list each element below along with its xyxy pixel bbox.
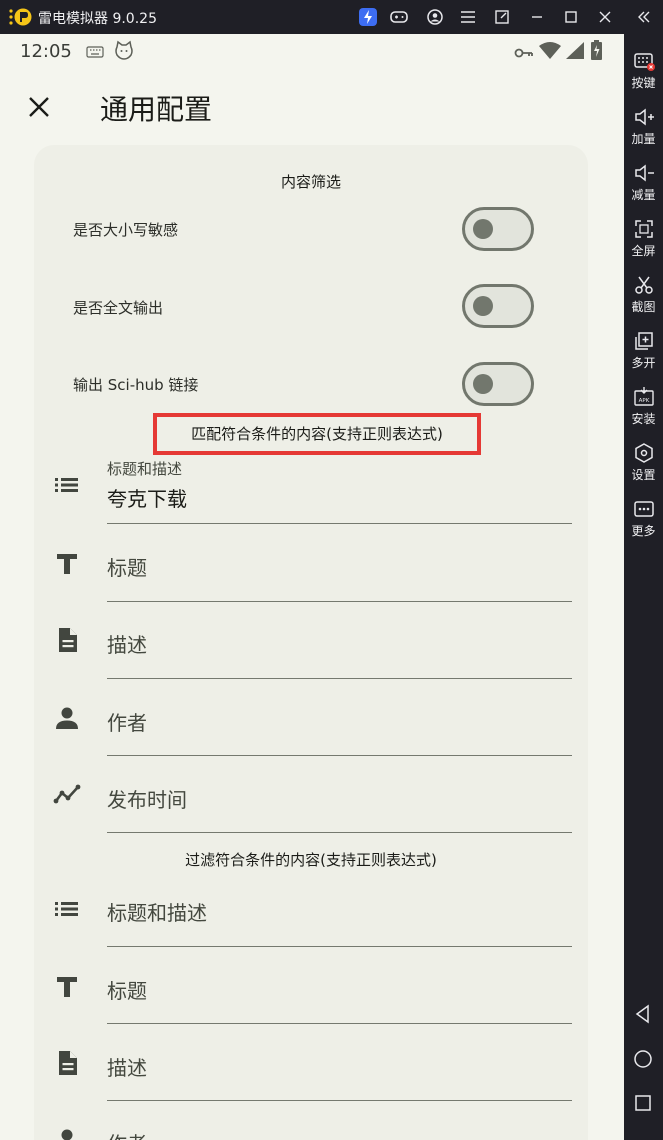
sidebar-label: 安装 bbox=[631, 412, 656, 426]
text-icon bbox=[57, 554, 77, 574]
back-icon[interactable] bbox=[632, 1003, 654, 1025]
menu-icon[interactable] bbox=[458, 7, 478, 27]
input-underline bbox=[107, 523, 572, 524]
sidebar-label: 截图 bbox=[631, 300, 656, 314]
cat-status-icon bbox=[115, 40, 133, 60]
scissors-icon bbox=[634, 276, 653, 294]
page-title: 通用配置 bbox=[100, 93, 213, 126]
sidebar-item-screenshot[interactable]: 截图 bbox=[624, 270, 663, 320]
match-section-title: 匹配符合条件的内容(支持正则表达式) bbox=[191, 425, 443, 443]
filter-author-input[interactable]: 作者 bbox=[107, 1128, 147, 1140]
scihub-label: 输出 Sci-hub 链接 bbox=[73, 376, 199, 394]
case-sensitive-label: 是否大小写敏感 bbox=[73, 221, 179, 239]
multi-instance-icon bbox=[634, 332, 653, 350]
status-time: 12:05 bbox=[20, 41, 72, 62]
svg-text:APK: APK bbox=[638, 398, 649, 404]
emulator-titlebar: 雷电模拟器 9.0.25 bbox=[0, 0, 663, 34]
filter-title-input[interactable]: 标题 bbox=[107, 975, 147, 1004]
full-text-toggle[interactable] bbox=[462, 284, 534, 328]
close-icon[interactable] bbox=[26, 94, 52, 120]
input-underline bbox=[107, 1023, 572, 1024]
maximize-icon[interactable] bbox=[561, 7, 581, 27]
input-underline bbox=[107, 601, 572, 602]
match-description-input[interactable]: 描述 bbox=[107, 629, 147, 658]
minimize-icon[interactable] bbox=[527, 7, 547, 27]
input-underline bbox=[107, 678, 572, 679]
sidebar-item-fullscreen[interactable]: 全屏 bbox=[624, 214, 663, 264]
emulator-sidebar: 按键 加量 减量 全屏 截图 多开 APK 安装 设置 更多 bbox=[624, 34, 663, 1140]
collapse-icon[interactable] bbox=[634, 7, 654, 27]
wifi-icon bbox=[539, 42, 561, 59]
settings-icon bbox=[634, 443, 653, 463]
filter-description-input[interactable]: 描述 bbox=[107, 1052, 147, 1081]
content-filter-title: 内容筛选 bbox=[280, 173, 341, 191]
sidebar-item-more[interactable]: 更多 bbox=[624, 494, 663, 544]
more-icon bbox=[633, 501, 654, 517]
person-icon bbox=[61, 1129, 73, 1140]
bolt-icon[interactable] bbox=[358, 7, 378, 27]
sidebar-item-keyboard[interactable]: 按键 bbox=[624, 46, 663, 96]
filter-section-title: 过滤符合条件的内容(支持正则表达式) bbox=[185, 851, 437, 869]
input-underline bbox=[107, 1100, 572, 1101]
sidebar-label: 设置 bbox=[631, 468, 656, 482]
match-publish-time-input[interactable]: 发布时间 bbox=[107, 784, 187, 813]
document-icon bbox=[59, 628, 77, 652]
apk-icon: APK bbox=[633, 387, 654, 406]
match-title-desc-input[interactable]: 夸克下载 bbox=[107, 483, 187, 512]
recents-icon[interactable] bbox=[632, 1092, 654, 1114]
gamepad-icon[interactable] bbox=[389, 7, 409, 27]
case-sensitive-toggle[interactable] bbox=[462, 207, 534, 251]
person-icon bbox=[56, 707, 78, 729]
text-icon bbox=[57, 977, 77, 997]
ldplayer-logo-icon bbox=[9, 8, 32, 26]
close-icon[interactable] bbox=[595, 7, 615, 27]
sidebar-label: 按键 bbox=[631, 76, 656, 90]
list-icon bbox=[55, 902, 78, 916]
list-icon bbox=[55, 478, 78, 492]
volume-up-icon bbox=[634, 108, 654, 126]
sidebar-label: 更多 bbox=[631, 524, 656, 538]
sidebar-label: 全屏 bbox=[631, 244, 656, 258]
match-author-input[interactable]: 作者 bbox=[107, 707, 147, 736]
battery-charging-icon bbox=[591, 40, 602, 60]
input-underline bbox=[107, 946, 572, 947]
input-underline bbox=[107, 832, 572, 833]
sidebar-label: 加量 bbox=[631, 132, 656, 146]
match-title-desc-label: 标题和描述 bbox=[107, 460, 183, 478]
toggle-knob bbox=[473, 374, 493, 394]
toggle-knob bbox=[473, 296, 493, 316]
sidebar-item-multi-instance[interactable]: 多开 bbox=[624, 326, 663, 376]
vpn-key-icon bbox=[514, 48, 533, 58]
keyboard-status-icon bbox=[86, 46, 104, 58]
sidebar-item-install[interactable]: APK 安装 bbox=[624, 382, 663, 432]
sidebar-item-settings[interactable]: 设置 bbox=[624, 438, 663, 488]
sidebar-item-volume-down[interactable]: 减量 bbox=[624, 158, 663, 208]
timeline-icon bbox=[53, 784, 81, 804]
input-underline bbox=[107, 755, 572, 756]
popout-icon[interactable] bbox=[492, 7, 512, 27]
sidebar-item-volume-up[interactable]: 加量 bbox=[624, 102, 663, 152]
filter-title-desc-input[interactable]: 标题和描述 bbox=[107, 897, 207, 926]
status-bar: 12:05 bbox=[0, 34, 624, 70]
full-text-label: 是否全文输出 bbox=[73, 299, 164, 317]
match-title-input[interactable]: 标题 bbox=[107, 552, 147, 581]
toggle-knob bbox=[473, 219, 493, 239]
fullscreen-icon bbox=[634, 220, 653, 238]
keyboard-icon bbox=[633, 53, 655, 71]
emulator-app-name: 雷电模拟器 9.0.25 bbox=[38, 11, 157, 27]
home-icon[interactable] bbox=[632, 1048, 654, 1070]
signal-icon bbox=[566, 42, 584, 59]
sidebar-label: 减量 bbox=[631, 188, 656, 202]
android-screen: 12:05 通用配置 内容筛选 是否大小写敏感 是否全文输出 输出 Sci-hu… bbox=[0, 34, 624, 1140]
account-icon[interactable] bbox=[425, 7, 445, 27]
volume-down-icon bbox=[634, 164, 654, 182]
sidebar-label: 多开 bbox=[631, 356, 656, 370]
scihub-toggle[interactable] bbox=[462, 362, 534, 406]
document-icon bbox=[59, 1051, 77, 1075]
